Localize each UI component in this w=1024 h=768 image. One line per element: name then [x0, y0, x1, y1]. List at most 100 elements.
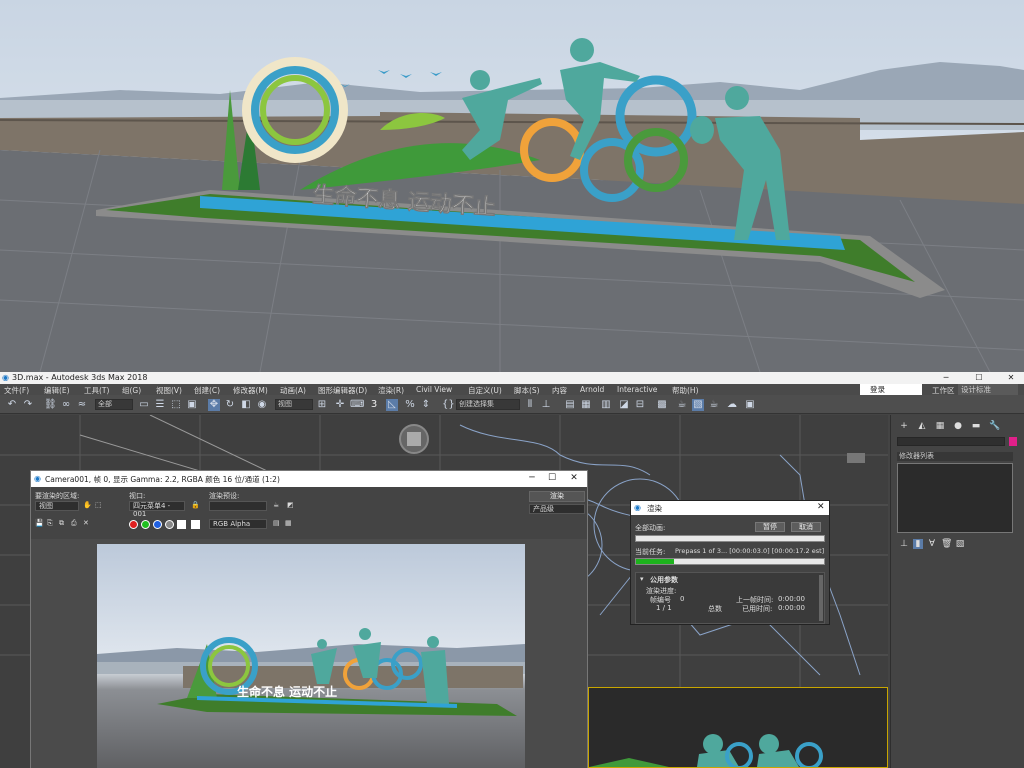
monochrome-toggle[interactable] — [177, 520, 186, 529]
rect-selection-icon[interactable]: ⬚ — [170, 399, 182, 411]
swatch-icon[interactable] — [191, 520, 200, 529]
window-crossing-icon[interactable]: ▣ — [186, 399, 198, 411]
menu-interactive[interactable]: Interactive — [617, 385, 657, 394]
redo-icon[interactable]: ↷ — [22, 399, 34, 411]
modify-tab-icon[interactable]: ◭ — [917, 421, 927, 431]
remove-modifier-icon[interactable]: 🗑 — [941, 539, 952, 549]
viewport-dropdown[interactable]: 四元菜单4 - 001 — [129, 501, 185, 518]
cancel-button[interactable]: 取消 — [791, 522, 821, 532]
material-editor-icon[interactable]: ▩ — [656, 399, 668, 411]
print-image-icon[interactable]: ⎙ — [71, 519, 77, 528]
render-setup-icon[interactable]: ☕ — [273, 501, 279, 509]
curve-editor-icon[interactable]: ◪ — [618, 399, 630, 411]
fb-close-button[interactable]: ✕ — [565, 473, 583, 483]
edit-named-selection-icon[interactable]: {} — [442, 399, 455, 411]
area-to-render-dropdown[interactable]: 视图 — [35, 501, 79, 511]
fb-minimize-button[interactable]: ─ — [523, 473, 541, 483]
green-channel-toggle[interactable] — [141, 520, 150, 529]
blue-channel-toggle[interactable] — [153, 520, 162, 529]
display-tab-icon[interactable]: ▬ — [971, 421, 981, 431]
edit-region-icon[interactable]: ✋ — [83, 501, 92, 509]
scene-explorer-icon[interactable]: ▤ — [564, 399, 576, 411]
select-by-name-icon[interactable]: ☰ — [154, 399, 166, 411]
lock-viewport-icon[interactable]: 🔒 — [191, 501, 200, 509]
render-dialog-close-button[interactable]: ✕ — [817, 502, 825, 512]
selection-filter-dropdown[interactable]: 全部 — [95, 399, 133, 410]
save-image-icon[interactable]: 💾 — [35, 519, 44, 527]
fb-maximize-button[interactable]: ☐ — [543, 473, 561, 483]
common-parameters-title[interactable]: 公用参数 — [650, 575, 678, 585]
select-manipulate-icon[interactable]: ✛ — [334, 399, 346, 411]
environment-icon[interactable]: ◩ — [287, 501, 294, 509]
channel-display-dropdown[interactable]: RGB Alpha — [209, 519, 267, 529]
pivot-center-icon[interactable]: ⊞ — [316, 399, 328, 411]
spinner-snap-icon[interactable]: ⇕ — [420, 399, 432, 411]
close-button[interactable]: ✕ — [1000, 372, 1022, 384]
select-object-icon[interactable]: ▭ — [138, 399, 150, 411]
viewport-gizmo-icon[interactable] — [847, 453, 865, 463]
all-frames-label: 全部动画: — [635, 524, 666, 532]
clear-image-icon[interactable]: ✕ — [83, 519, 89, 527]
configure-sets-icon[interactable]: ▧ — [955, 539, 965, 549]
render-in-cloud-icon[interactable]: ☁ — [726, 399, 738, 411]
link-icon[interactable]: ⛓ — [44, 399, 57, 411]
render-setup-icon[interactable]: ☕ — [676, 399, 688, 411]
auto-region-icon[interactable]: ⬚ — [95, 501, 102, 509]
rendered-frame-window-icon[interactable]: ▧ — [692, 399, 704, 411]
red-channel-toggle[interactable] — [129, 520, 138, 529]
undo-icon[interactable]: ↶ — [6, 399, 18, 411]
login-dropdown[interactable]: 登录 — [860, 384, 922, 395]
menu-civil-view[interactable]: Civil View — [416, 385, 452, 394]
framebuffer-canvas[interactable]: 生命不息 运动不止 — [31, 539, 587, 768]
rotate-icon[interactable]: ↻ — [224, 399, 236, 411]
pin-stack-icon[interactable]: ⊥ — [899, 539, 909, 549]
make-unique-icon[interactable]: ∀ — [927, 539, 937, 549]
schematic-view-icon[interactable]: ⊟ — [634, 399, 646, 411]
snap-toggle-icon[interactable]: 3 — [368, 399, 380, 411]
toggle-ui-icon[interactable]: ▤ — [273, 519, 280, 527]
object-color-swatch[interactable] — [1009, 437, 1017, 446]
modifier-stack[interactable] — [897, 463, 1013, 533]
hierarchy-tab-icon[interactable]: ▦ — [935, 421, 945, 431]
modifier-list-dropdown[interactable]: 修改器列表 — [897, 452, 1013, 461]
reference-coordinate-dropdown[interactable]: 视图 — [275, 399, 313, 410]
named-selection-set-dropdown[interactable]: 创建选择集 — [456, 399, 520, 410]
framebuffer-title: Camera001, 帧 0, 显示 Gamma: 2.2, RGBA 颜色 1… — [45, 475, 280, 484]
utilities-tab-icon[interactable]: 🔧 — [989, 421, 1000, 431]
show-end-result-icon[interactable]: ▮ — [913, 539, 923, 549]
layer-explorer-icon[interactable]: ▦ — [580, 399, 592, 411]
minimize-button[interactable]: ─ — [935, 372, 957, 384]
render-production-icon[interactable]: ☕ — [708, 399, 720, 411]
fb-slogan-text: 生命不息 运动不止 — [237, 684, 337, 699]
place-icon[interactable]: ◉ — [256, 399, 268, 411]
overlay-icon[interactable]: ▦ — [285, 519, 292, 527]
object-name-field[interactable] — [897, 437, 1005, 446]
percent-snap-icon[interactable]: % — [404, 399, 416, 411]
active-viewport[interactable] — [588, 687, 888, 768]
align-icon[interactable]: ⊥ — [540, 399, 552, 411]
alpha-channel-toggle[interactable] — [165, 520, 174, 529]
create-tab-icon[interactable]: + — [899, 421, 909, 431]
render-preset-dropdown[interactable] — [209, 501, 267, 511]
move-icon[interactable]: ✥ — [208, 399, 220, 411]
angle-snap-icon[interactable]: ◺ — [386, 399, 398, 411]
copy-image-icon[interactable]: ⎘ — [47, 519, 53, 528]
pause-button[interactable]: 暂停 — [755, 522, 785, 532]
scrollbar[interactable] — [819, 575, 823, 621]
render-button[interactable]: 渲染 — [529, 491, 585, 502]
unlink-icon[interactable]: ∞ — [60, 399, 72, 411]
keyboard-shortcut-icon[interactable]: ⌨ — [350, 399, 364, 411]
collapse-arrow-icon[interactable]: ▾ — [640, 575, 644, 583]
ribbon-icon[interactable]: ▥ — [600, 399, 612, 411]
workspace-dropdown[interactable]: 设计标准 — [958, 384, 1018, 395]
maximize-button[interactable]: ☐ — [968, 372, 990, 384]
scale-icon[interactable]: ◧ — [240, 399, 252, 411]
mirror-icon[interactable]: ⫴ — [524, 399, 536, 411]
a360-gallery-icon[interactable]: ▣ — [744, 399, 756, 411]
motion-tab-icon[interactable]: ● — [953, 421, 963, 431]
menu-arnold[interactable]: Arnold — [580, 385, 604, 394]
bind-space-warp-icon[interactable]: ≈ — [76, 399, 88, 411]
quality-dropdown[interactable]: 产品级 — [529, 504, 585, 514]
clone-window-icon[interactable]: ⧉ — [59, 519, 64, 528]
framebuffer-title-bar: ◉ Camera001, 帧 0, 显示 Gamma: 2.2, RGBA 颜色… — [31, 471, 587, 487]
